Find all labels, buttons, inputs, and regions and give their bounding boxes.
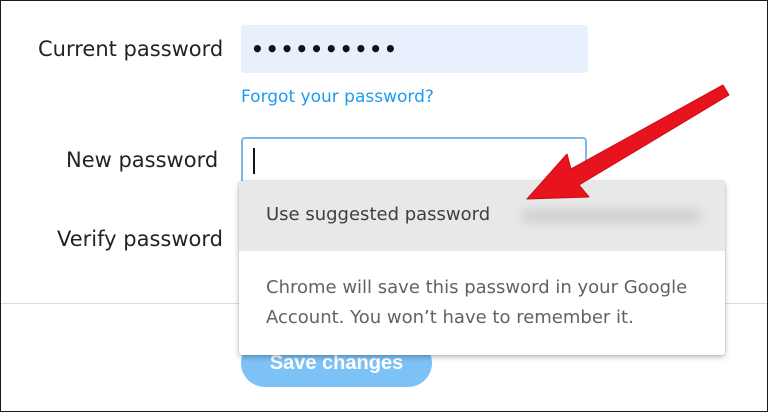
password-suggestion-popup: Use suggested password Chrome will save … — [239, 181, 725, 355]
new-password-field[interactable] — [241, 137, 587, 184]
current-password-field[interactable]: •••••••••• — [241, 25, 588, 73]
forgot-password-link[interactable]: Forgot your password? — [241, 87, 434, 107]
suggestion-option-label: Use suggested password — [266, 204, 491, 225]
settings-form-frame: Current password •••••••••• Forgot your … — [0, 0, 768, 412]
new-password-label: New password — [66, 148, 219, 172]
verify-password-label: Verify password — [57, 227, 223, 251]
current-password-label: Current password — [38, 37, 224, 61]
use-suggested-password-option[interactable]: Use suggested password — [239, 181, 725, 251]
chrome-save-note: Chrome will save this password in your G… — [266, 277, 688, 328]
current-password-dots: •••••••••• — [251, 37, 399, 61]
blurred-suggested-password — [521, 209, 701, 223]
text-caret — [253, 148, 255, 174]
